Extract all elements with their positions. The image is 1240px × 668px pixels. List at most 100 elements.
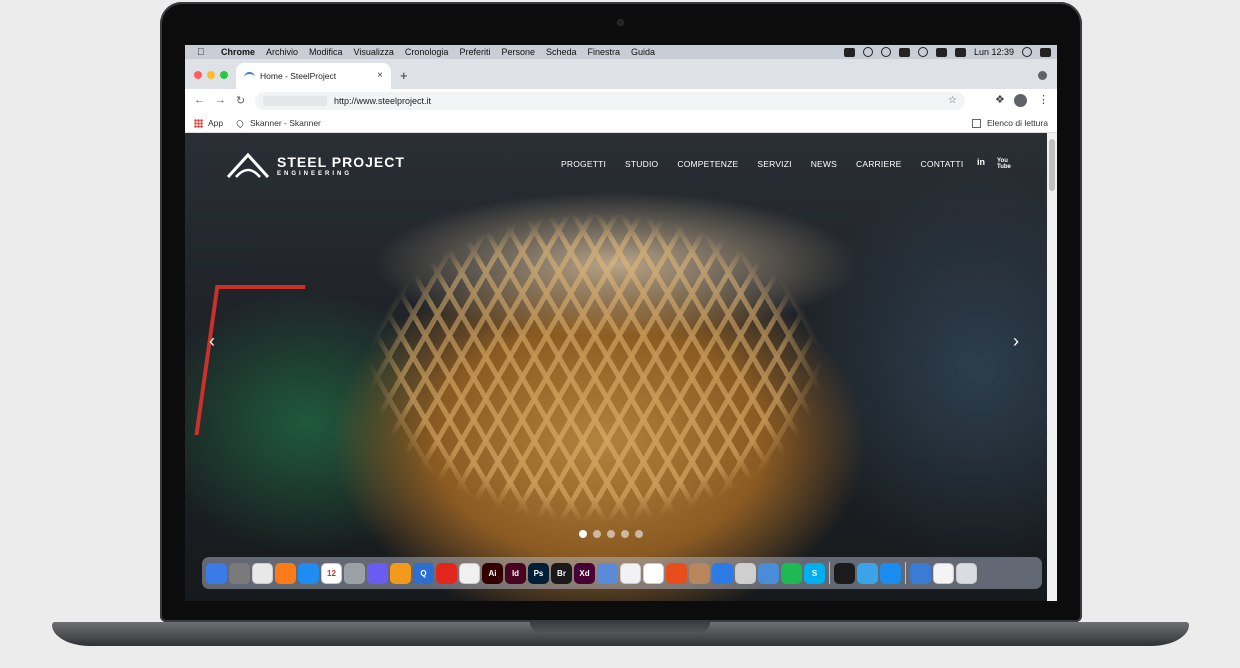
dock-app-icon[interactable]: [956, 562, 977, 584]
extensions-puzzle-icon[interactable]: ❖: [995, 93, 1005, 106]
dock-app-icon[interactable]: [758, 562, 779, 584]
new-tab-button[interactable]: +: [400, 68, 408, 83]
battery-icon[interactable]: [954, 47, 966, 57]
page-scrollbar[interactable]: [1047, 133, 1057, 601]
dock-app-icon[interactable]: [298, 562, 319, 584]
brand-tagline: ENGINEERING: [277, 171, 353, 177]
dock-app-icon[interactable]: [620, 562, 641, 584]
apple-icon[interactable]: : [197, 47, 207, 58]
dock-app-icon[interactable]: [666, 562, 687, 584]
steel-project-logo-icon: [226, 152, 270, 179]
slider-dot[interactable]: [635, 530, 643, 538]
reading-list[interactable]: Elenco di lettura: [972, 118, 1048, 128]
dock-app-icon[interactable]: Xd: [574, 562, 595, 584]
dock-app-icon[interactable]: [643, 562, 664, 584]
dropbox-icon[interactable]: [843, 47, 855, 57]
dock-app-icon[interactable]: [275, 562, 296, 584]
nav-studio[interactable]: STUDIO: [625, 159, 658, 169]
bookmark-skanner[interactable]: Skanner - Skanner: [235, 118, 321, 128]
reload-button[interactable]: ↻: [236, 94, 245, 107]
menu-guida[interactable]: Guida: [631, 47, 655, 57]
forward-button[interactable]: →: [215, 94, 226, 106]
dock-app-icon[interactable]: [712, 562, 733, 584]
bookmark-star-icon[interactable]: ☆: [948, 92, 957, 110]
close-window-button[interactable]: [194, 71, 202, 79]
nav-progetti[interactable]: PROGETTI: [561, 159, 606, 169]
dock-app-icon[interactable]: [459, 562, 480, 584]
dock-app-icon[interactable]: [229, 562, 250, 584]
dock-app-icon[interactable]: Ai: [482, 562, 503, 584]
dock-app-icon[interactable]: [436, 562, 457, 584]
bookmark-apps[interactable]: App: [194, 118, 223, 128]
control-center-icon[interactable]: [1040, 47, 1051, 57]
nav-servizi[interactable]: SERVIZI: [757, 159, 791, 169]
dock-app-icon[interactable]: Br: [551, 562, 572, 584]
nav-competenze[interactable]: COMPETENZE: [677, 159, 738, 169]
dock-app-icon[interactable]: [206, 562, 227, 584]
checkmark-icon[interactable]: [880, 47, 891, 57]
close-tab-icon[interactable]: ×: [377, 70, 383, 81]
youtube-icon[interactable]: You Tube: [997, 158, 1011, 170]
dock-app-icon[interactable]: [689, 562, 710, 584]
tab-home[interactable]: Home - SteelProject ×: [236, 63, 391, 89]
menu-archivio[interactable]: Archivio: [266, 47, 298, 57]
dock-app-icon[interactable]: 12: [321, 562, 342, 584]
url-text[interactable]: http://www.steelproject.it: [334, 92, 431, 110]
slider-dot[interactable]: [579, 530, 587, 538]
dock-app-icon[interactable]: [597, 562, 618, 584]
slider-dots: [579, 530, 643, 538]
airplay-icon[interactable]: [935, 47, 947, 57]
dock-app-icon[interactable]: [390, 562, 411, 584]
address-bar[interactable]: http://www.steelproject.it ☆: [255, 92, 965, 110]
creative-cloud-icon[interactable]: [862, 47, 873, 57]
slider-dot[interactable]: [621, 530, 629, 538]
screen-icon[interactable]: [898, 47, 910, 57]
menu-preferiti[interactable]: Preferiti: [459, 47, 490, 57]
slider-dot[interactable]: [593, 530, 601, 538]
profile-avatar[interactable]: [1014, 94, 1027, 107]
browser-window: Home - SteelProject × + ← → ↻ http://www…: [185, 59, 1057, 133]
wifi-icon[interactable]: [917, 47, 928, 57]
nav-news[interactable]: NEWS: [811, 159, 837, 169]
menu-modifica[interactable]: Modifica: [309, 47, 343, 57]
site-info-chip[interactable]: [263, 96, 327, 106]
dock-app-icon[interactable]: [834, 562, 855, 584]
tab-search-icon[interactable]: [1038, 71, 1047, 80]
zoom-window-button[interactable]: [220, 71, 228, 79]
menu-finestra[interactable]: Finestra: [588, 47, 621, 57]
scrollbar-thumb[interactable]: [1049, 139, 1055, 191]
menu-scheda[interactable]: Scheda: [546, 47, 577, 57]
minimize-window-button[interactable]: [207, 71, 215, 79]
clock[interactable]: Lun 12:39: [974, 47, 1014, 57]
dock-app-icon[interactable]: Id: [505, 562, 526, 584]
slider-prev-arrow[interactable]: ‹: [209, 331, 215, 352]
menu-visualizza[interactable]: Visualizza: [354, 47, 394, 57]
dock-app-icon[interactable]: Ps: [528, 562, 549, 584]
dock-app-icon[interactable]: [367, 562, 388, 584]
dock-app-icon[interactable]: [910, 562, 931, 584]
chrome-menu-icon[interactable]: ⋮: [1038, 93, 1049, 106]
dock-app-icon[interactable]: S: [804, 562, 825, 584]
dock-app-icon[interactable]: Q: [413, 562, 434, 584]
slider-dot[interactable]: [607, 530, 615, 538]
dock-app-icon[interactable]: [857, 562, 878, 584]
nav-carriere[interactable]: CARRIERE: [856, 159, 902, 169]
bookmark-skanner-label: Skanner - Skanner: [250, 118, 321, 128]
search-icon[interactable]: [1022, 47, 1032, 57]
linkedin-icon[interactable]: in: [977, 157, 985, 167]
dock-app-icon[interactable]: [933, 562, 954, 584]
menu-cronologia[interactable]: Cronologia: [405, 47, 449, 57]
menu-app-name[interactable]: Chrome: [221, 47, 255, 57]
mac-menubar:  Chrome Archivio Modifica Visualizza Cr…: [185, 45, 1057, 59]
dock-app-icon[interactable]: [344, 562, 365, 584]
dock-app-icon[interactable]: [880, 562, 901, 584]
nav-contatti[interactable]: CONTATTI: [921, 159, 964, 169]
back-button[interactable]: ←: [194, 94, 205, 106]
slider-next-arrow[interactable]: ›: [1013, 331, 1019, 352]
dock-app-icon[interactable]: [735, 562, 756, 584]
hero-slider: STEEL PROJECT ENGINEERING PROGETTI STUDI…: [185, 133, 1047, 601]
menu-persone[interactable]: Persone: [501, 47, 535, 57]
site-logo[interactable]: STEEL PROJECT ENGINEERING: [225, 151, 405, 181]
dock-app-icon[interactable]: [781, 562, 802, 584]
dock-app-icon[interactable]: [252, 562, 273, 584]
